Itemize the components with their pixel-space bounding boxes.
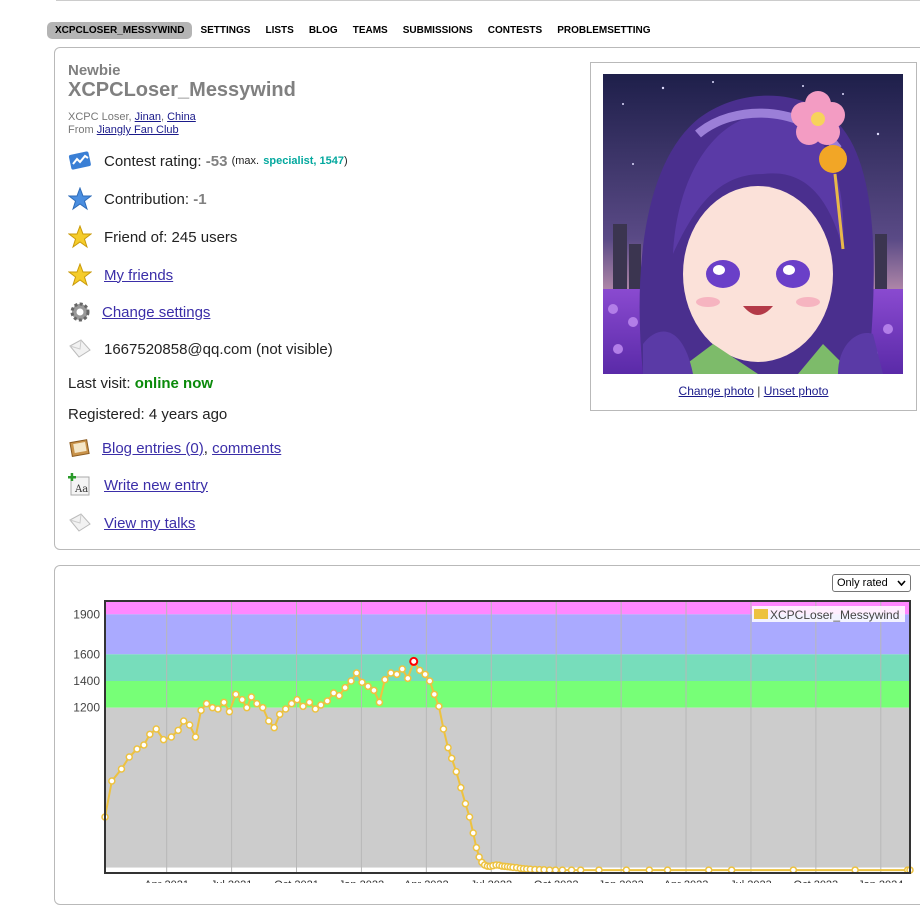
- rating-point: [214, 705, 222, 713]
- rating-point: [140, 741, 148, 749]
- rating-point: [444, 743, 452, 752]
- rating-band-4: [105, 707, 910, 868]
- x-tick-label: Oct 2022: [534, 879, 579, 883]
- rating-point: [259, 703, 267, 712]
- rating-point: [404, 674, 412, 683]
- x-tick-label: Oct 2021: [274, 879, 319, 883]
- rating-point: [465, 813, 474, 821]
- x-tick-label: Oct 2023: [794, 879, 839, 883]
- rating-point: [398, 665, 407, 673]
- rating-point: [317, 701, 325, 709]
- rating-point: [247, 693, 256, 701]
- x-tick-label: Apr 2022: [404, 879, 449, 883]
- rating-point: [287, 699, 296, 708]
- rating-point: [387, 669, 395, 677]
- x-tick-label: Jan 2023: [598, 879, 643, 883]
- x-tick-label: Jul 2022: [470, 879, 512, 883]
- rating-point: [452, 767, 461, 776]
- rating-point: [430, 690, 439, 699]
- rating-point: [185, 721, 194, 729]
- y-tick-label: 1200: [73, 701, 100, 715]
- max-rating-point: [409, 656, 419, 666]
- x-tick-label: Apr 2023: [664, 879, 709, 883]
- x-tick-label: Jul 2023: [730, 879, 772, 883]
- rating-point: [393, 670, 401, 679]
- rating-point: [133, 745, 141, 753]
- rating-point: [125, 753, 133, 761]
- rating-point: [415, 666, 424, 675]
- rating-point: [461, 799, 470, 808]
- legend-swatch: [754, 609, 768, 619]
- x-tick-label: Apr 2021: [144, 879, 189, 883]
- rating-point: [275, 710, 284, 719]
- rating-point: [225, 707, 234, 716]
- chart-legend: XCPCLoser_Messywind: [752, 606, 905, 622]
- rating-point: [469, 829, 477, 837]
- rating-point: [457, 783, 465, 792]
- x-tick-label: Jul 2021: [211, 879, 253, 883]
- rating-point: [370, 686, 378, 695]
- rating-graph: Apr 2021 Jul 2021 Oct 2021 Jan 2022 Apr 2022…: [73, 600, 914, 883]
- rating-point: [341, 683, 349, 692]
- rating-point: [472, 843, 481, 852]
- rating-point: [117, 765, 126, 773]
- rating-point: [167, 733, 176, 741]
- rating-point: [220, 698, 228, 707]
- rating-point: [299, 702, 307, 711]
- rating-point: [375, 698, 384, 707]
- rating-point: [352, 669, 361, 677]
- rating-point: [179, 717, 188, 725]
- rating-point: [197, 706, 205, 715]
- rating-point: [347, 677, 355, 685]
- x-tick-label: Jan 2024: [858, 879, 903, 883]
- rating-point: [174, 726, 182, 735]
- rating-point: [323, 697, 332, 705]
- rating-point: [202, 699, 211, 708]
- rating-point: [435, 702, 443, 711]
- y-tick-label: 1900: [73, 607, 100, 621]
- rating-point: [152, 725, 160, 733]
- rating-point: [381, 675, 389, 684]
- rating-point: [293, 695, 301, 704]
- x-tick-label: Jan 2022: [339, 879, 384, 883]
- rating-point: [439, 725, 448, 733]
- rating-point: [232, 690, 240, 699]
- rating-point: [447, 754, 456, 763]
- rating-point: [311, 705, 320, 713]
- rating-point: [281, 705, 290, 713]
- rating-point: [146, 730, 154, 739]
- rating-point: [335, 691, 343, 700]
- rating-point: [305, 698, 314, 707]
- rating-point: [191, 733, 200, 741]
- y-tick-label: 1600: [73, 647, 100, 661]
- rating-point: [364, 682, 372, 691]
- rating-point: [108, 777, 116, 785]
- rating-point: [159, 735, 168, 744]
- rating-band-2: [105, 654, 910, 681]
- legend-label: XCPCLoser_Messywind: [770, 608, 899, 622]
- y-tick-label: 1400: [73, 674, 100, 688]
- rating-point: [264, 717, 273, 725]
- rating-point: [243, 703, 251, 712]
- rating-point: [238, 695, 246, 704]
- rating-point: [270, 723, 278, 732]
- rating-point: [421, 670, 429, 679]
- rating-point: [358, 678, 366, 687]
- rating-point: [253, 699, 261, 708]
- rating-point: [425, 677, 434, 685]
